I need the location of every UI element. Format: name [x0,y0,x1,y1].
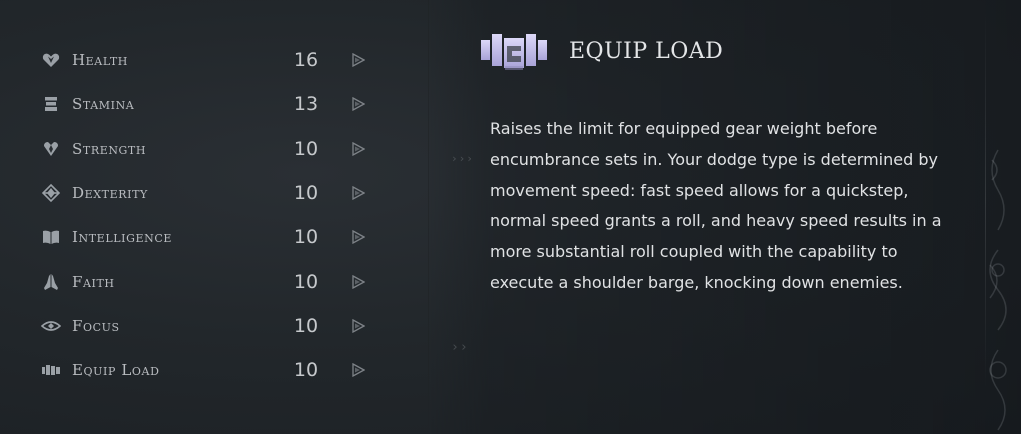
stat-value: 10 [293,182,319,205]
stat-value: 10 [293,314,319,337]
stamina-icon [40,93,62,115]
increase-arrow-icon[interactable] [350,274,366,290]
increase-arrow-icon[interactable] [350,52,366,68]
dexterity-icon [40,182,62,204]
stat-row-focus[interactable]: Focus 10 [40,304,380,348]
increase-arrow-icon[interactable] [350,229,366,245]
stat-value: 10 [293,270,319,293]
panel-header: EQUIP LOAD [479,24,723,78]
praying-hands-icon [40,271,62,293]
stat-name: Focus [72,316,120,335]
stat-row-dexterity[interactable]: Dexterity 10 [40,171,380,215]
ornament-decoration [989,149,1007,431]
strength-icon [40,138,62,160]
stat-row-equip-load[interactable]: Equip Load 10 [40,348,380,392]
stat-value: 13 [293,93,319,116]
panel-title: EQUIP LOAD [569,38,724,64]
stat-name: Health [72,51,128,70]
panel-description: Raises the limit for equipped gear weigh… [490,119,942,292]
eye-icon [40,315,62,337]
stat-value: 10 [293,226,319,249]
stat-row-intelligence[interactable]: Intelligence 10 [40,215,380,259]
stat-name: Equip Load [72,361,160,380]
stat-name: Stamina [72,95,135,114]
increase-arrow-icon[interactable] [350,318,366,334]
stat-row-strength[interactable]: Strength 10 [40,127,380,171]
heart-icon [40,49,62,71]
decorative-arrows: ›› [451,340,469,355]
equip-load-icon [479,24,549,78]
stat-name: Dexterity [72,184,148,203]
stat-list: Health 16 Stamina 13 Strength 10 Dexteri… [40,38,380,392]
increase-arrow-icon[interactable] [350,141,366,157]
stat-value: 16 [293,49,319,72]
stat-value: 10 [293,137,319,160]
stat-name: Intelligence [72,228,172,247]
increase-arrow-icon[interactable] [350,96,366,112]
book-icon [40,226,62,248]
stat-row-health[interactable]: Health 16 [40,38,380,82]
stat-row-faith[interactable]: Faith 10 [40,259,380,303]
equip-load-icon [40,359,62,381]
decorative-arrows: ››› [451,152,474,165]
stat-value: 10 [293,359,319,382]
stat-name: Faith [72,272,115,291]
description-panel: EQUIP LOAD ››› ›› Raises the limit for e… [428,0,1021,434]
stat-name: Strength [72,139,147,158]
attribute-screen: Health 16 Stamina 13 Strength 10 Dexteri… [0,0,1021,434]
stat-row-stamina[interactable]: Stamina 13 [40,82,380,126]
increase-arrow-icon[interactable] [350,362,366,378]
increase-arrow-icon[interactable] [350,185,366,201]
